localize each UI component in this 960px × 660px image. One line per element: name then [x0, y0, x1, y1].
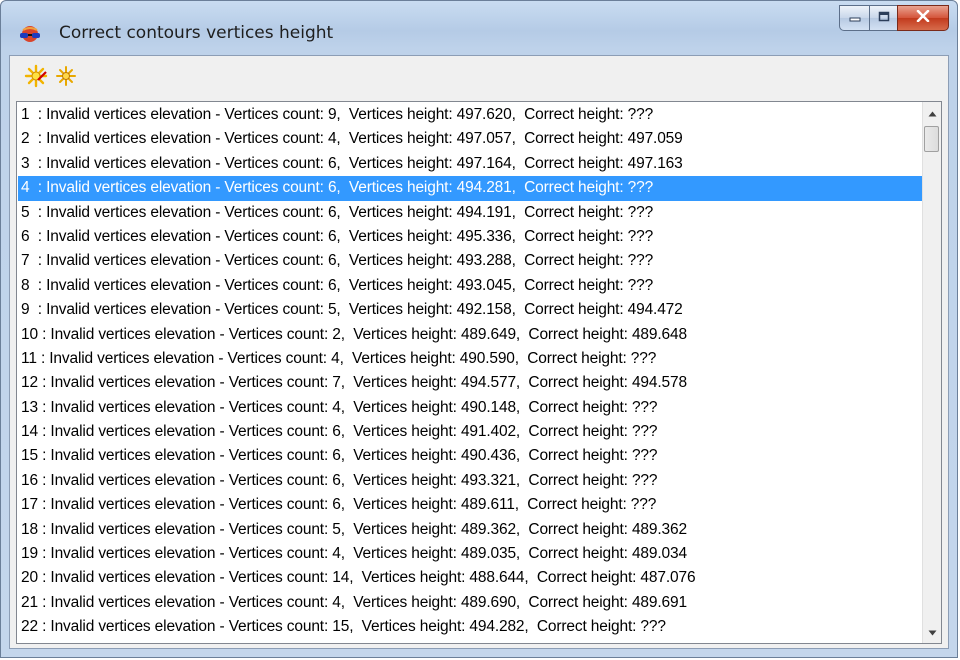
list-item-text: 7 : Invalid vertices elevation - Vertice…	[21, 252, 654, 270]
list-item[interactable]: 2 : Invalid vertices elevation - Vertice…	[18, 127, 922, 151]
globe-glasses-icon[interactable]	[19, 25, 41, 43]
list-item-text: 11 : Invalid vertices elevation - Vertic…	[21, 349, 657, 367]
list-item-text: 13 : Invalid vertices elevation - Vertic…	[21, 398, 658, 416]
vertical-scrollbar[interactable]	[922, 102, 941, 643]
list-item-text: 19 : Invalid vertices elevation - Vertic…	[21, 545, 687, 563]
list-item[interactable]: 1 : Invalid vertices elevation - Vertice…	[18, 103, 922, 127]
list-item-text: 8 : Invalid vertices elevation - Vertice…	[21, 276, 654, 294]
scroll-up-arrow-icon	[928, 104, 937, 122]
list-item-text: 1 : Invalid vertices elevation - Vertice…	[21, 106, 654, 123]
list-item-text: 10 : Invalid vertices elevation - Vertic…	[21, 325, 687, 343]
correct-button[interactable]	[54, 64, 78, 93]
caption-buttons	[839, 5, 949, 33]
maximize-button[interactable]	[869, 5, 897, 31]
list-item-text: 16 : Invalid vertices elevation - Vertic…	[21, 471, 658, 489]
window-title: Correct contours vertices height	[59, 23, 334, 43]
list-item[interactable]: 11 : Invalid vertices elevation - Vertic…	[18, 347, 922, 371]
list-item-text: 15 : Invalid vertices elevation - Vertic…	[21, 447, 658, 465]
scroll-down-button[interactable]	[923, 623, 941, 641]
dialog-client-area: 1 : Invalid vertices elevation - Vertice…	[9, 55, 949, 649]
list-item-text: 12 : Invalid vertices elevation - Vertic…	[21, 374, 687, 392]
close-button[interactable]	[897, 5, 949, 31]
list-item[interactable]: 10 : Invalid vertices elevation - Vertic…	[18, 323, 922, 347]
list-item[interactable]: 20 : Invalid vertices elevation - Vertic…	[18, 566, 922, 590]
list-item[interactable]: 19 : Invalid vertices elevation - Vertic…	[18, 542, 922, 566]
errors-list[interactable]: 1 : Invalid vertices elevation - Vertice…	[16, 101, 942, 644]
list-item-text: 4 : Invalid vertices elevation - Vertice…	[21, 179, 654, 197]
list-item-text: 2 : Invalid vertices elevation - Vertice…	[21, 130, 683, 148]
list-item-text: 17 : Invalid vertices elevation - Vertic…	[21, 496, 657, 514]
errors-list-rows: 1 : Invalid vertices elevation - Vertice…	[18, 103, 922, 640]
scroll-thumb[interactable]	[924, 126, 939, 152]
list-item[interactable]: 14 : Invalid vertices elevation - Vertic…	[18, 420, 922, 444]
minimize-icon	[849, 9, 861, 27]
scroll-up-button[interactable]	[923, 104, 941, 122]
list-item[interactable]: 9 : Invalid vertices elevation - Vertice…	[18, 298, 922, 322]
list-item[interactable]: 5 : Invalid vertices elevation - Vertice…	[18, 201, 922, 225]
dialog-window: Correct contours vertices height 1: Inv…	[0, 0, 958, 658]
star-burst-icon	[54, 64, 78, 93]
list-item[interactable]: 13 : Invalid vertices elevation - Vertic…	[18, 396, 922, 420]
list-item-text: 9 : Invalid vertices elevation - Vertice…	[21, 301, 683, 319]
list-item-selected[interactable]: 4 : Invalid vertices elevation - Vertice…	[18, 176, 922, 201]
list-item-text: 6 : Invalid vertices elevation - Vertice…	[21, 227, 654, 245]
list-item[interactable]: 22 : Invalid vertices elevation - Vertic…	[18, 615, 922, 639]
list-item[interactable]: 6 : Invalid vertices elevation - Vertice…	[18, 225, 922, 249]
list-item-text: 14 : Invalid vertices elevation - Vertic…	[21, 423, 658, 441]
list-item[interactable]: 16 : Invalid vertices elevation - Vertic…	[18, 469, 922, 493]
list-item[interactable]: 15 : Invalid vertices elevation - Vertic…	[18, 444, 922, 468]
list-item-text: 21 : Invalid vertices elevation - Vertic…	[21, 593, 687, 611]
star-burst-correct-icon	[24, 64, 48, 93]
correct-all-button[interactable]	[24, 64, 48, 93]
minimize-button[interactable]	[839, 5, 869, 31]
list-item[interactable]: 17 : Invalid vertices elevation - Vertic…	[18, 493, 922, 517]
list-item-text: 18 : Invalid vertices elevation - Vertic…	[21, 520, 687, 538]
list-item[interactable]: 18 : Invalid vertices elevation - Vertic…	[18, 518, 922, 542]
list-item-text: 5 : Invalid vertices elevation - Vertice…	[21, 203, 654, 221]
list-item[interactable]: 21 : Invalid vertices elevation - Vertic…	[18, 591, 922, 615]
close-icon	[916, 9, 930, 27]
list-item-text: 22 : Invalid vertices elevation - Vertic…	[21, 618, 666, 636]
title-bar[interactable]: Correct contours vertices height	[1, 1, 957, 61]
list-item[interactable]: 3 : Invalid vertices elevation - Vertice…	[18, 152, 922, 176]
scroll-down-arrow-icon	[928, 623, 937, 641]
list-item[interactable]: 7 : Invalid vertices elevation - Vertice…	[18, 249, 922, 273]
list-item[interactable]: 12 : Invalid vertices elevation - Vertic…	[18, 371, 922, 395]
list-item-text: 3 : Invalid vertices elevation - Vertice…	[21, 154, 683, 172]
toolbar	[10, 56, 948, 98]
list-item[interactable]: 8 : Invalid vertices elevation - Vertice…	[18, 274, 922, 298]
list-item-text: 20 : Invalid vertices elevation - Vertic…	[21, 569, 696, 587]
maximize-icon	[878, 9, 890, 27]
